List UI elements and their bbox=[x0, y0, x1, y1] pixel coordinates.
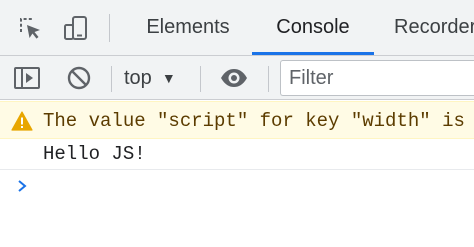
filter-input[interactable] bbox=[280, 60, 474, 96]
clear-console-icon[interactable] bbox=[64, 63, 94, 93]
active-tab-indicator bbox=[252, 52, 374, 55]
warning-message-text: The value "script" for key "width" is in… bbox=[43, 110, 474, 132]
log-message-text: Hello JS! bbox=[43, 143, 146, 165]
console-message-warning[interactable]: The value "script" for key "width" is in… bbox=[0, 101, 474, 139]
context-selector[interactable]: top ▼ bbox=[124, 63, 176, 93]
devtools-tabbar: Elements Console Recorder bbox=[0, 0, 474, 56]
warning-icon bbox=[11, 111, 33, 131]
console-sidebar-icon[interactable] bbox=[12, 63, 42, 93]
chevron-down-icon: ▼ bbox=[161, 70, 176, 86]
eye-icon[interactable] bbox=[217, 63, 251, 93]
prompt-chevron-icon[interactable] bbox=[11, 175, 33, 197]
toolbar-divider bbox=[111, 66, 112, 92]
tab-recorder[interactable]: Recorder bbox=[380, 0, 474, 55]
device-toolbar-icon[interactable] bbox=[60, 12, 92, 44]
console-toolbar: top ▼ bbox=[0, 56, 474, 100]
tab-elements[interactable]: Elements bbox=[127, 0, 249, 55]
tabbar-divider bbox=[109, 14, 110, 42]
tab-recorder-label: Recorder bbox=[394, 16, 474, 38]
tab-console[interactable]: Console bbox=[252, 0, 374, 55]
inspect-element-icon[interactable] bbox=[14, 12, 46, 44]
tab-elements-label: Elements bbox=[146, 16, 230, 38]
console-message-log[interactable]: Hello JS! bbox=[0, 139, 474, 170]
toolbar-divider bbox=[268, 66, 269, 92]
context-selector-label: top bbox=[124, 66, 152, 89]
devtools-panel: Elements Console Recorder top ▼ Filter T… bbox=[0, 0, 474, 247]
tab-console-label: Console bbox=[276, 16, 350, 38]
toolbar-divider bbox=[200, 66, 201, 92]
